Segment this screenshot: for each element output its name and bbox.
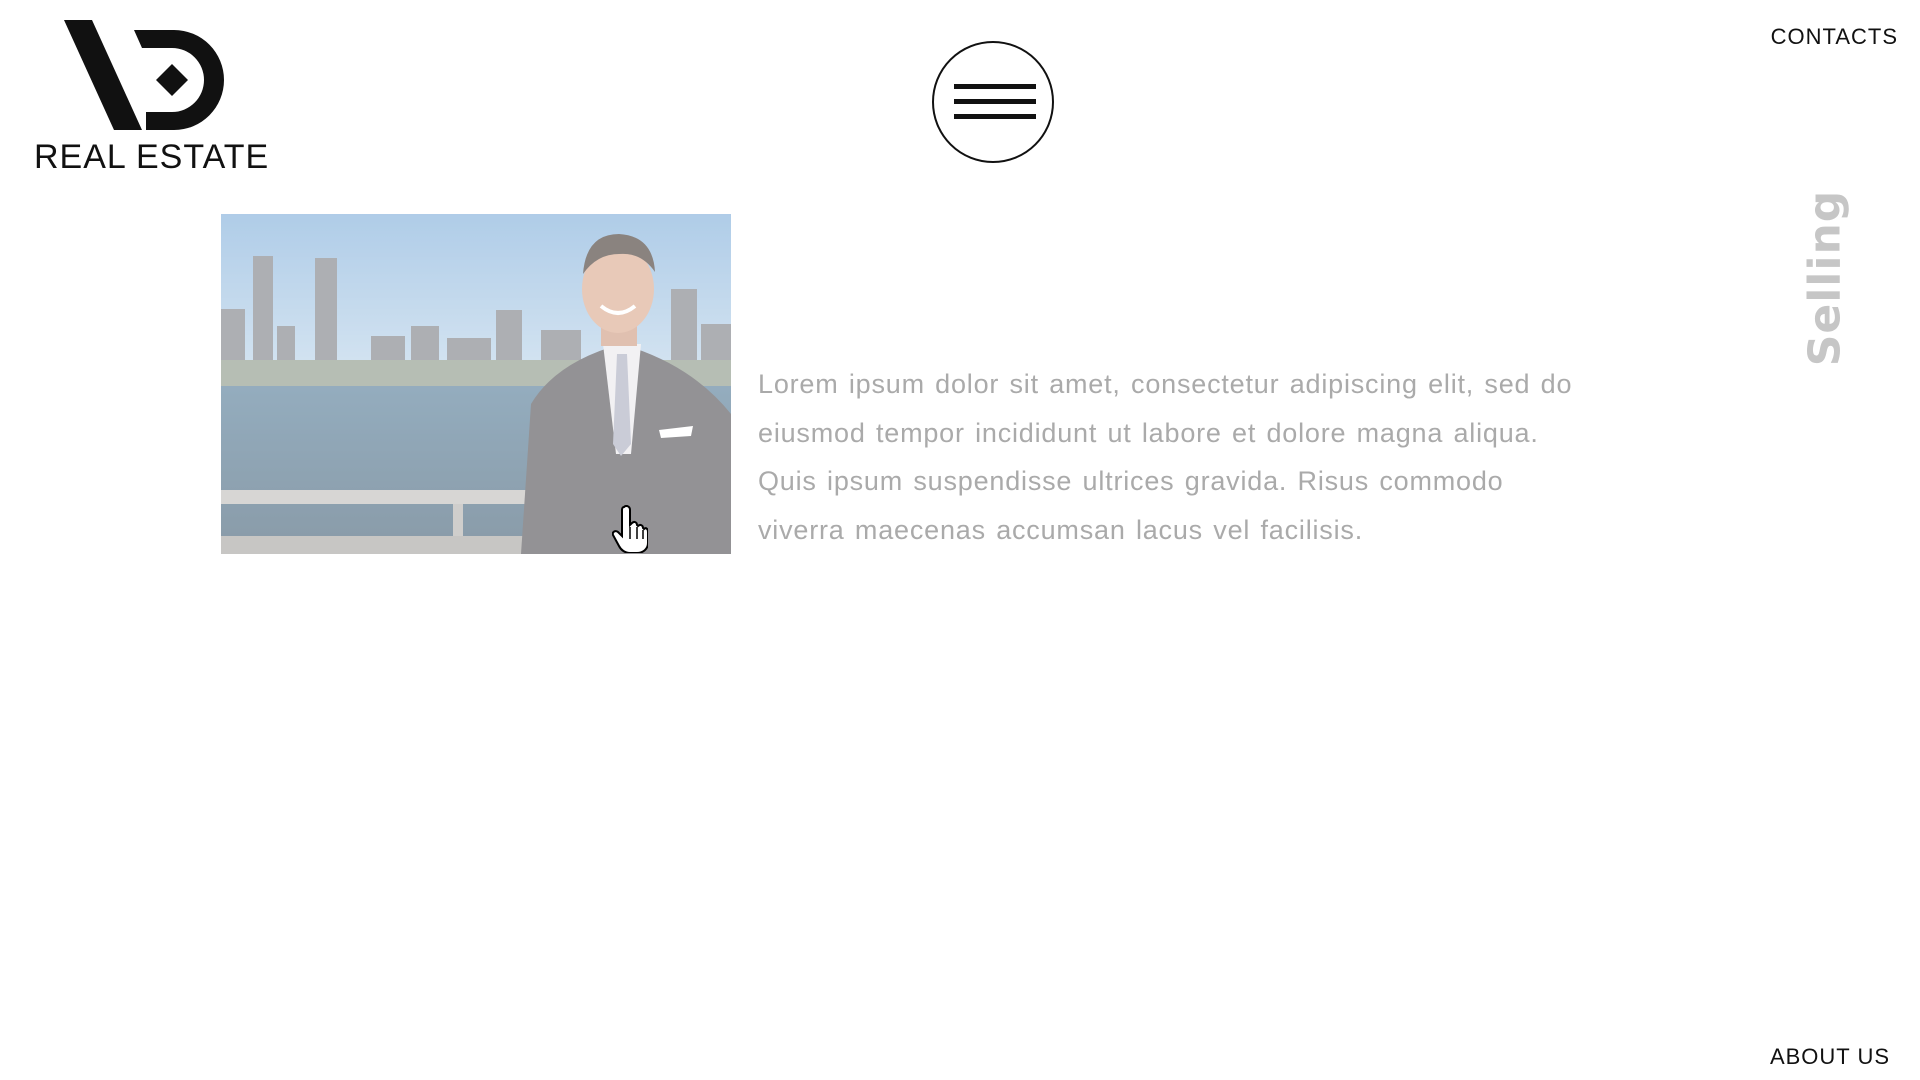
section-heading: Selling [1799,189,1851,366]
hamburger-icon-bar [954,114,1036,119]
section-body-text: Lorem ipsum dolor sit amet, consectetur … [758,360,1658,554]
body-line: eiusmod tempor incididunt ut labore et d… [758,417,1539,448]
agent-photo[interactable] [221,214,731,554]
contacts-link[interactable]: CONTACTS [1771,24,1898,50]
about-us-link[interactable]: ABOUT US [1770,1044,1890,1070]
menu-button[interactable] [932,41,1054,163]
hamburger-icon-bar [954,99,1036,104]
hamburger-icon [954,84,1036,89]
agent-photo-image [221,214,731,554]
body-line: Lorem ipsum dolor sit amet, consectetur … [758,369,1573,399]
hand-pointer-icon [612,505,648,553]
body-line: Quis ipsum suspendisse ultrices gravida.… [758,466,1504,496]
logo-text: REAL ESTATE [34,138,270,176]
logo[interactable]: REAL ESTATE [34,20,268,180]
page: REAL ESTATE CONTACTS Selling Lorem ipsum… [0,0,1920,1080]
logo-mark-icon [64,20,224,130]
body-line: viverra maecenas accumsan lacus vel faci… [758,514,1364,545]
section-heading-text: Selling [1799,189,1851,366]
